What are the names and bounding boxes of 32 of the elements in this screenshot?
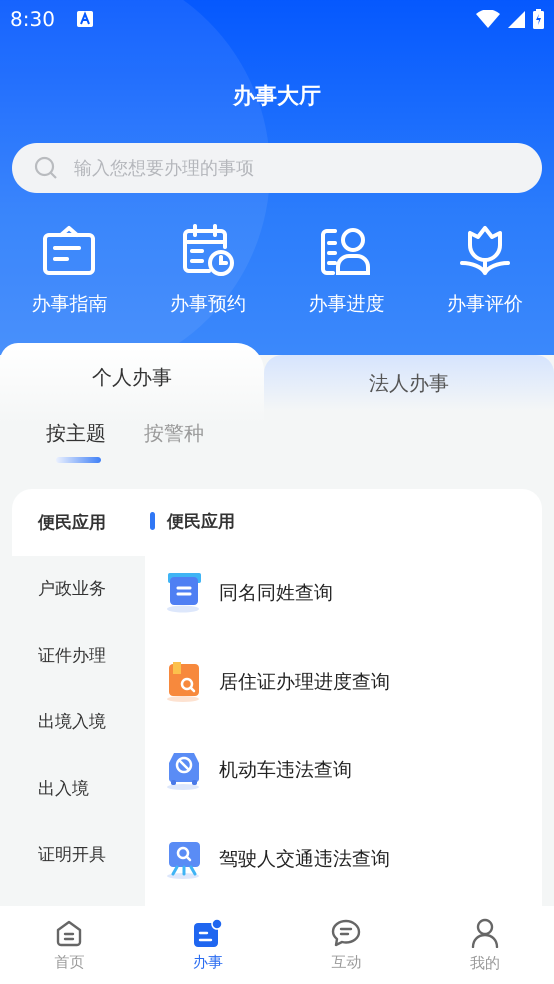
service-item[interactable]: 居住证办理进度查询 xyxy=(150,638,542,726)
section-accent xyxy=(150,512,155,530)
chat-icon xyxy=(331,918,362,946)
section-title: 便民应用 xyxy=(167,510,235,532)
service-item[interactable]: 机动车违法查询 xyxy=(150,726,542,814)
status-time: 8:30 xyxy=(10,7,55,31)
document-badge-icon xyxy=(194,918,222,946)
battery-icon xyxy=(533,9,544,29)
clipboard-icon xyxy=(42,223,96,277)
category-item[interactable]: 证明开具 xyxy=(12,822,145,888)
flower-icon xyxy=(458,223,512,277)
user-icon xyxy=(470,918,499,948)
search-icon xyxy=(34,156,58,180)
quick-action-button[interactable]: 办事进度 xyxy=(277,223,416,317)
category-item[interactable]: 便民应用 xyxy=(12,489,145,556)
keyboard-notification-icon xyxy=(76,11,93,27)
calendar-clock-icon xyxy=(180,223,235,277)
document-icon xyxy=(165,573,203,614)
home-icon xyxy=(55,918,84,946)
category-item[interactable]: 出入境 xyxy=(12,755,145,822)
category-item[interactable]: 证件办理 xyxy=(12,622,145,688)
tab-indicator xyxy=(56,457,101,463)
service-item[interactable]: 同名同姓查询 xyxy=(150,549,542,638)
category-item[interactable]: 户政业务 xyxy=(12,556,145,622)
service-item[interactable]: 驾驶人交通违法查询 xyxy=(150,814,542,903)
quick-action-button[interactable]: 办事评价 xyxy=(416,223,554,317)
page-title: 办事大厅 xyxy=(232,83,322,111)
signal-icon xyxy=(508,10,525,28)
wifi-icon xyxy=(476,10,500,28)
search-field[interactable]: 输入您想要办理的事项 xyxy=(12,143,542,193)
category-item[interactable]: 出境入境 xyxy=(12,688,145,755)
nav-tab[interactable]: 办事 xyxy=(138,906,277,984)
